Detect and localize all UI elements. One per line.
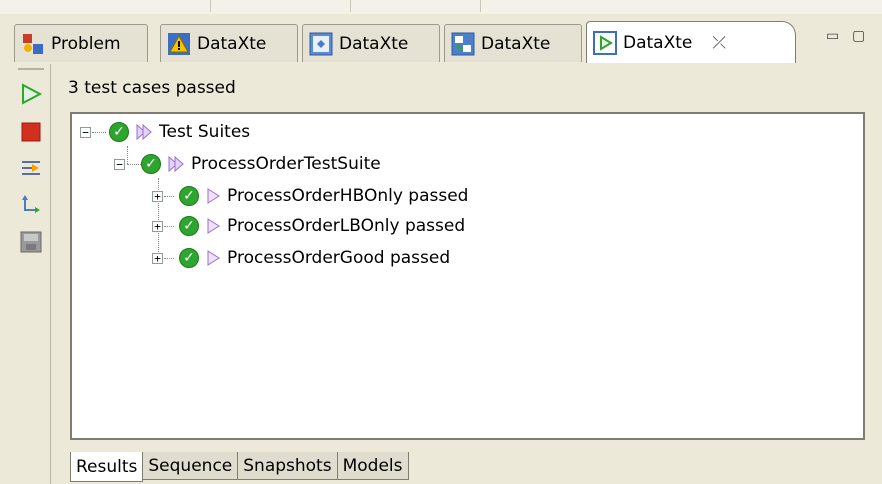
collapse-icon[interactable]: −: [114, 158, 125, 170]
tab-label: DataXte: [339, 33, 409, 54]
tab-label: DataXte: [481, 33, 551, 54]
tree-node-case[interactable]: + ✓ ProcessOrderGood passed: [152, 244, 450, 272]
tab-problems[interactable]: Problem: [14, 24, 148, 62]
tab-results[interactable]: Results: [70, 452, 144, 482]
toolbar-grip: [18, 68, 44, 70]
top-strip-segment: [350, 0, 481, 12]
collapse-icon[interactable]: −: [80, 126, 91, 138]
results-panel: 3 test cases passed − ✓ Test Suites − ✓ …: [58, 64, 880, 458]
expand-icon[interactable]: +: [152, 190, 163, 202]
pass-check-icon: ✓: [179, 248, 199, 268]
rerun-icon[interactable]: [19, 192, 43, 216]
top-strip-segment: [0, 0, 211, 12]
stop-icon[interactable]: [19, 120, 43, 144]
pass-check-icon: ✓: [141, 154, 161, 174]
flow-view-icon: [451, 32, 475, 56]
tab-dataxte-3[interactable]: DataXte: [444, 24, 582, 62]
case-arrow-icon: [207, 250, 220, 266]
expand-icon[interactable]: +: [152, 252, 163, 264]
status-text: 3 test cases passed: [68, 78, 236, 98]
warning-icon: [167, 32, 191, 56]
run-view-icon: [593, 30, 617, 55]
tree-node-suite[interactable]: − ✓ ProcessOrderTestSuite: [114, 150, 381, 178]
tree-node-case[interactable]: + ✓ ProcessOrderLBOnly passed: [152, 212, 465, 240]
top-strip-segment: [210, 0, 351, 12]
suite-arrow-icon: [136, 123, 152, 141]
view-toolbar: [12, 64, 51, 484]
problems-view-icon: [21, 32, 45, 56]
tab-dataxte-active[interactable]: DataXte ⤫: [586, 21, 796, 63]
run-icon[interactable]: [19, 82, 43, 106]
pass-check-icon: ✓: [179, 216, 199, 236]
save-icon[interactable]: [19, 230, 43, 254]
test-tree[interactable]: − ✓ Test Suites − ✓ ProcessOrderTestSuit…: [70, 112, 865, 440]
expand-icon[interactable]: +: [152, 220, 163, 232]
bottom-tab-bar: Results Sequence Snapshots Models: [70, 452, 409, 482]
tab-sequence[interactable]: Sequence: [142, 452, 239, 480]
tree-node-label: ProcessOrderHBOnly passed: [227, 186, 469, 206]
maximize-icon[interactable]: ▢: [852, 28, 865, 44]
step-into-icon[interactable]: [19, 156, 43, 180]
tab-models[interactable]: Models: [336, 452, 409, 480]
tree-node-label: Test Suites: [159, 122, 251, 142]
tab-label: Problem: [51, 33, 121, 54]
case-arrow-icon: [207, 188, 220, 204]
suite-arrow-icon: [168, 155, 184, 173]
tab-snapshots[interactable]: Snapshots: [237, 452, 338, 480]
tree-node-label: ProcessOrderLBOnly passed: [227, 216, 466, 236]
pass-check-icon: ✓: [179, 186, 199, 206]
case-arrow-icon: [207, 218, 220, 234]
minimize-icon[interactable]: ▭: [826, 28, 839, 44]
tab-label: DataXte: [197, 33, 267, 54]
tree-node-case[interactable]: + ✓ ProcessOrderHBOnly passed: [152, 182, 468, 210]
view-tab-row: Problem DataXte DataXte DataXte DataXte …: [0, 14, 882, 64]
tree-node-label: ProcessOrderGood passed: [227, 248, 451, 268]
pass-check-icon: ✓: [109, 122, 129, 142]
tab-dataxte-1[interactable]: DataXte: [160, 24, 298, 62]
close-icon[interactable]: ⤫: [712, 33, 726, 53]
tab-label: DataXte: [623, 32, 693, 53]
top-strip: [0, 0, 882, 15]
tree-node-label: ProcessOrderTestSuite: [191, 154, 381, 174]
test-view-icon: [309, 32, 333, 56]
tree-node-root[interactable]: − ✓ Test Suites: [80, 118, 250, 146]
tab-dataxte-2[interactable]: DataXte: [302, 24, 440, 62]
